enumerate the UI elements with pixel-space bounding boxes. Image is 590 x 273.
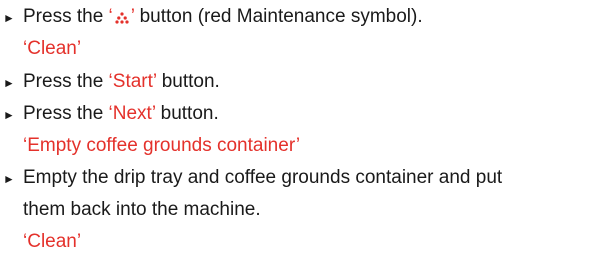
display-message-clean: ‘Clean’ [23,38,82,59]
bullet-icon: ► [3,172,15,186]
step-2-text: Press the ‘Start’ button. [23,71,220,93]
step-1-suffix: button (red Maintenance symbol). [134,6,423,27]
start-button-label: ‘Start’ [108,71,157,92]
bullet-icon: ► [3,108,15,122]
maintenance-icon [113,6,131,28]
instruction-list: ► Press the ‘’ button (red Maintenance s… [0,0,590,273]
step-4-line-1: Empty the drip tray and coffee grounds c… [23,167,503,188]
step-4-line-2: them back into the machine. [23,199,261,220]
next-button-label: ‘Next’ [108,103,156,124]
step-2-prefix: Press the [23,71,109,92]
step-1-text: Press the ‘’ button (red Maintenance sym… [23,6,423,28]
step-3-prefix: Press the [23,103,109,124]
bullet-icon: ► [3,11,15,25]
step-3-text: Press the ‘Next’ button. [23,103,219,125]
step-3-suffix: button. [155,103,219,124]
bullet-icon: ► [3,76,15,90]
display-message-empty-grounds: ‘Empty coffee grounds container’ [23,135,301,156]
display-message-clean: ‘Clean’ [23,231,82,252]
step-2-suffix: button. [156,71,220,92]
step-1-prefix: Press the [23,6,109,27]
